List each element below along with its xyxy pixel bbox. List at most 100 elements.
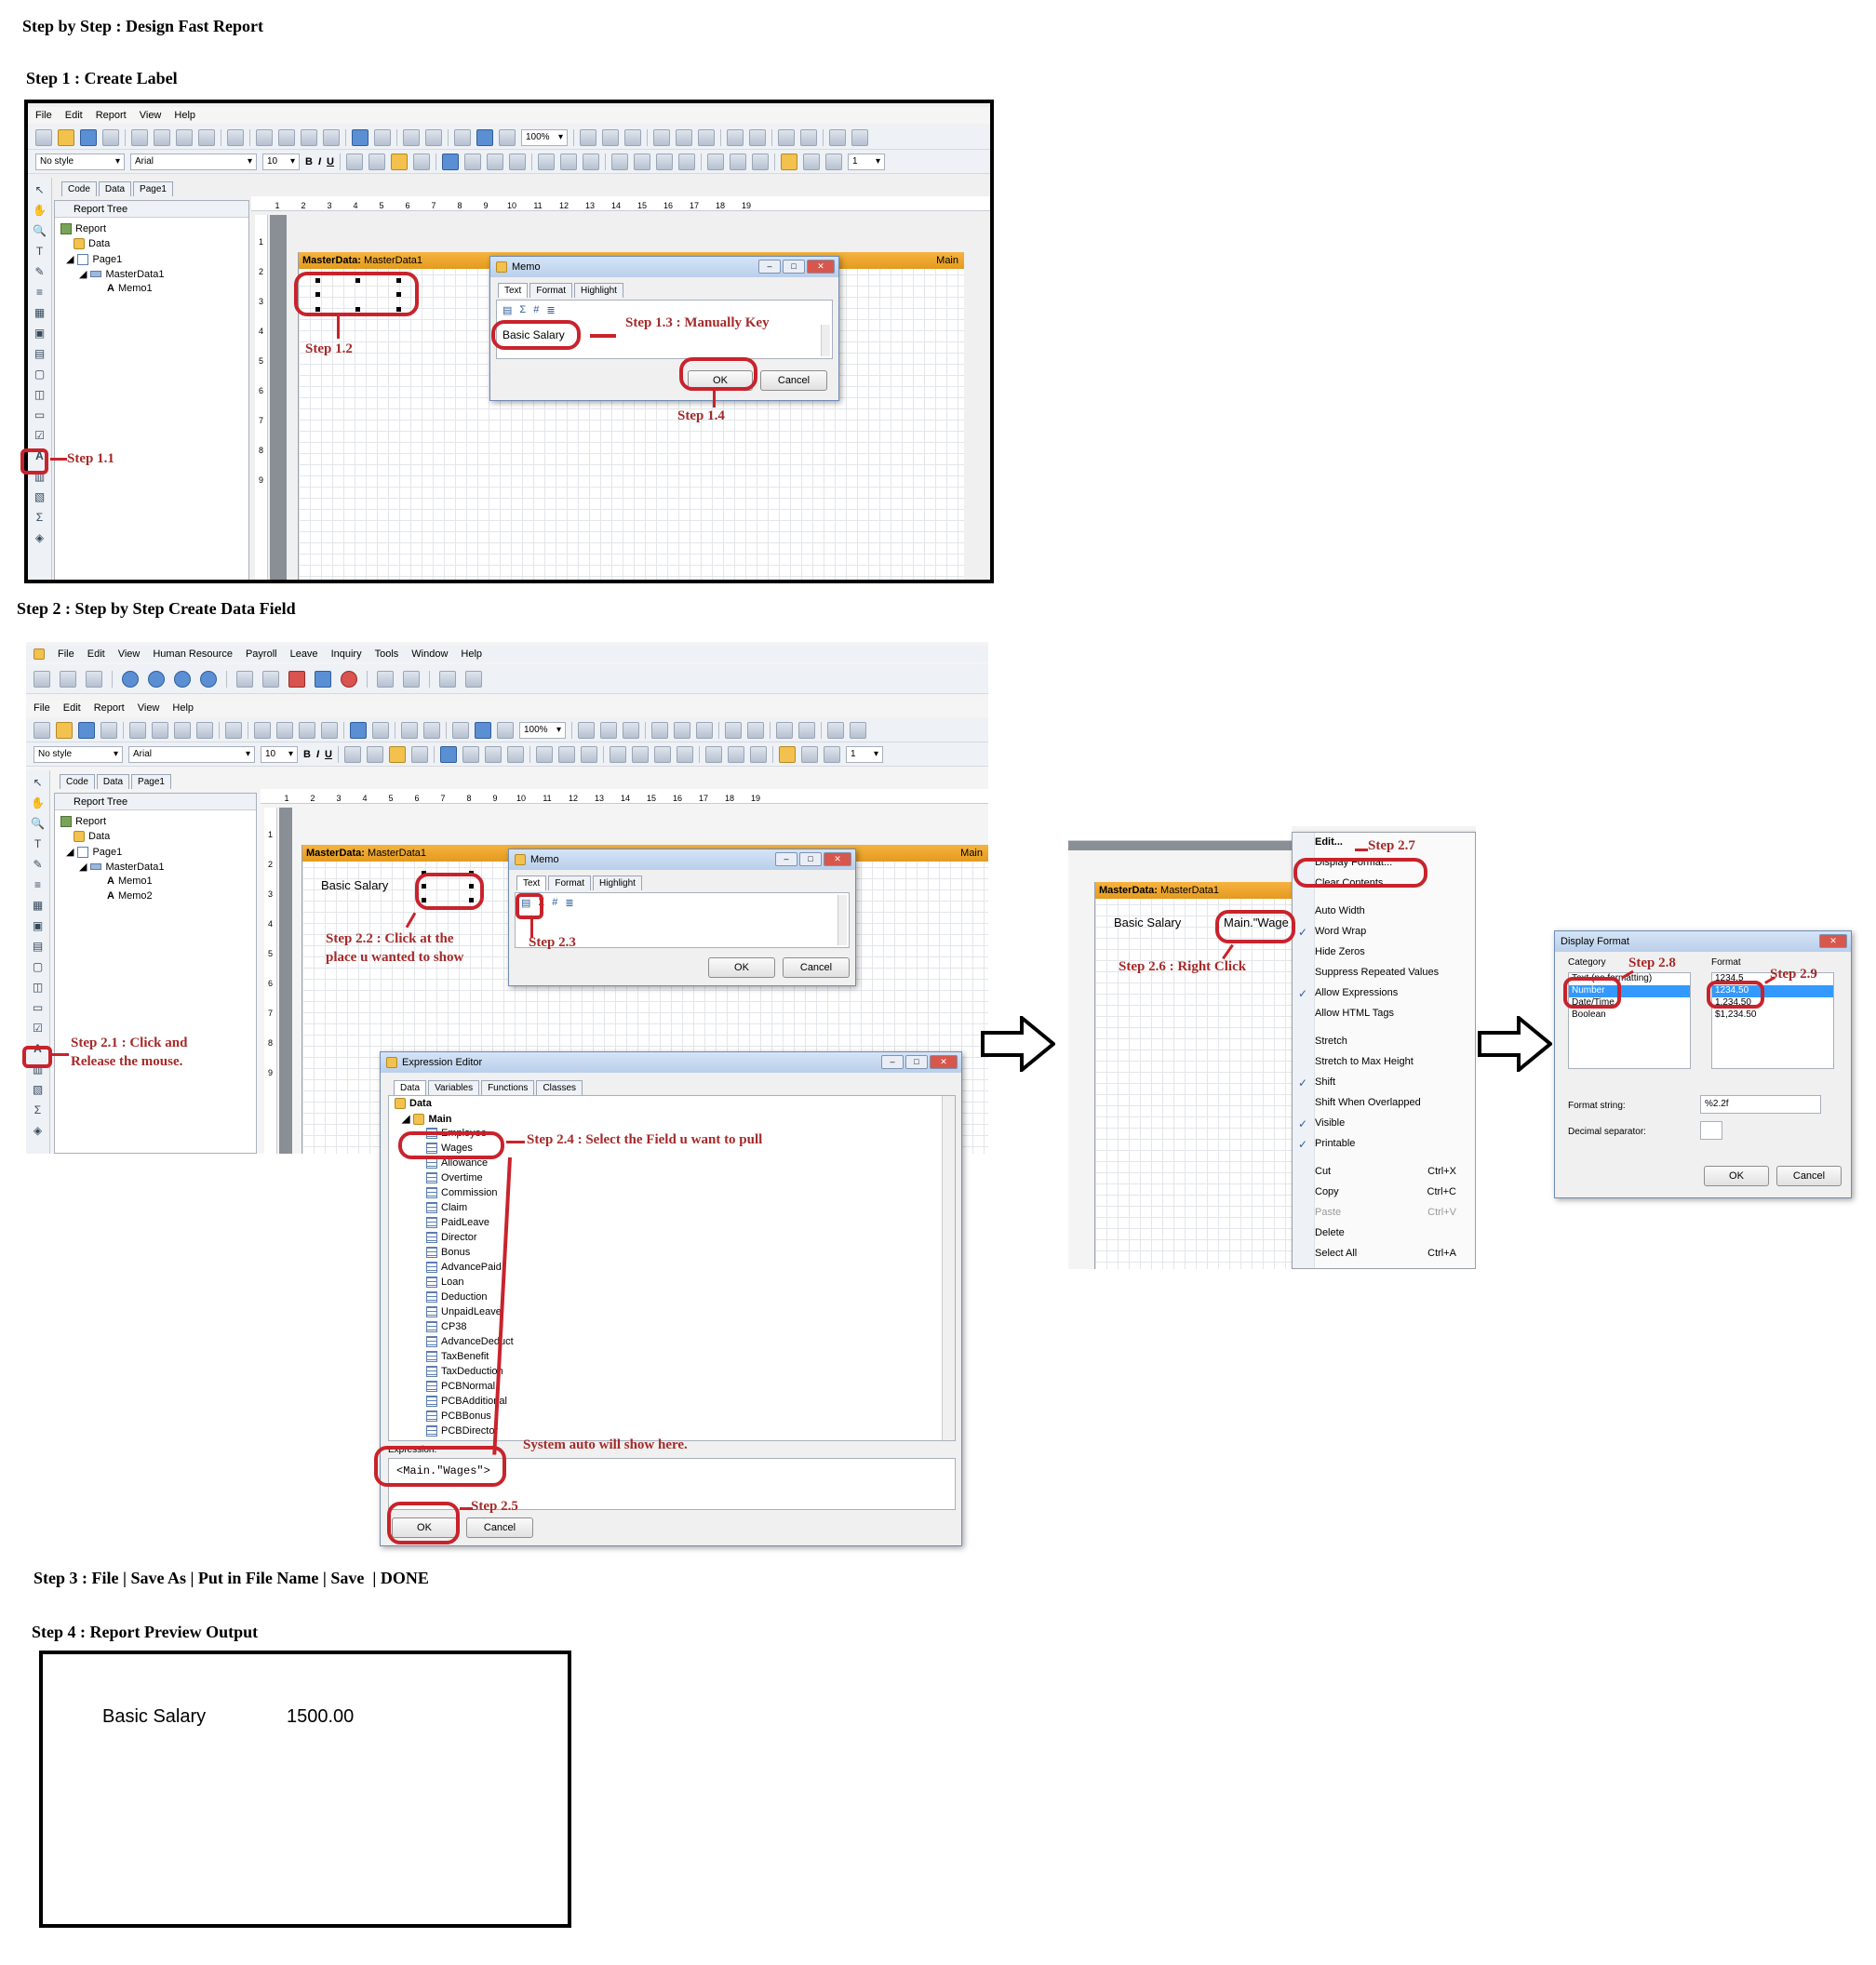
text-justify-icon[interactable] bbox=[508, 153, 526, 170]
zoom-combo[interactable]: 100% ▾ bbox=[521, 128, 568, 146]
preview-icon[interactable] bbox=[102, 128, 119, 146]
open-icon[interactable] bbox=[58, 128, 74, 146]
align-center-icon[interactable] bbox=[602, 128, 619, 146]
rotate-icon[interactable] bbox=[412, 153, 430, 170]
field-item-claim[interactable]: Claim bbox=[426, 1202, 467, 1213]
richtext-icon[interactable]: ▧ bbox=[31, 1083, 46, 1096]
tab-data-2[interactable]: Data bbox=[96, 774, 130, 789]
align-bottom-icon[interactable] bbox=[696, 721, 713, 739]
group-icon[interactable] bbox=[401, 721, 418, 739]
space-vertical-icon[interactable] bbox=[749, 128, 766, 146]
font-combo-2[interactable]: Arial ▾ bbox=[128, 745, 255, 763]
valign-top-icon[interactable] bbox=[535, 745, 553, 763]
shadow-icon[interactable] bbox=[751, 153, 769, 170]
open-icon[interactable] bbox=[56, 721, 73, 739]
checkbox-icon[interactable]: ☑ bbox=[31, 1022, 46, 1035]
bold-button[interactable]: B bbox=[305, 156, 313, 167]
first-record-icon[interactable] bbox=[122, 670, 139, 688]
format-item[interactable]: $1,234.50 bbox=[1712, 1009, 1833, 1022]
minimize-button[interactable]: – bbox=[881, 1055, 904, 1069]
maximize-button[interactable]: □ bbox=[905, 1055, 928, 1069]
tab-text[interactable]: Text bbox=[516, 876, 547, 890]
field-item-taxdeduction[interactable]: TaxDeduction bbox=[426, 1366, 503, 1377]
page-settings-icon[interactable] bbox=[152, 721, 168, 739]
field-item-director[interactable]: Director bbox=[426, 1232, 477, 1243]
sum-icon[interactable]: Σ bbox=[33, 511, 47, 524]
context-item-suppress-repeated-values[interactable]: Suppress Repeated Values bbox=[1315, 967, 1439, 978]
delete-page-icon[interactable] bbox=[176, 128, 193, 146]
bold-button-2[interactable]: B bbox=[303, 749, 311, 760]
field-item-taxbenefit[interactable]: TaxBenefit bbox=[426, 1351, 489, 1362]
memo2-ok-button[interactable]: OK bbox=[708, 957, 775, 978]
app-menu-inquiry[interactable]: Inquiry bbox=[331, 648, 362, 660]
picture-icon[interactable]: ▣ bbox=[33, 327, 47, 340]
tree-item-masterdata1[interactable]: ◢ MasterData1 bbox=[79, 861, 164, 874]
space-horizontal-icon[interactable] bbox=[727, 128, 744, 146]
function-icon[interactable] bbox=[227, 128, 244, 146]
align-right-icon[interactable] bbox=[624, 128, 641, 146]
context-item-stretch[interactable]: Stretch bbox=[1315, 1036, 1347, 1047]
field-item-advancepaid[interactable]: AdvancePaid bbox=[426, 1262, 502, 1273]
save-icon[interactable] bbox=[80, 128, 97, 146]
previous-record-icon[interactable] bbox=[148, 670, 165, 688]
minimize-button[interactable]: – bbox=[775, 852, 797, 866]
minimize-button[interactable]: – bbox=[758, 260, 781, 274]
format-painter-icon[interactable] bbox=[323, 128, 340, 146]
shape-icon[interactable]: ▢ bbox=[33, 368, 47, 381]
tree-item-report[interactable]: Report bbox=[60, 223, 106, 234]
line-icon[interactable]: ▭ bbox=[33, 408, 47, 421]
cut-icon[interactable] bbox=[254, 721, 271, 739]
font-settings-icon[interactable] bbox=[345, 153, 363, 170]
maximize-button[interactable]: □ bbox=[783, 260, 805, 274]
context-item-stretch-to-max-height[interactable]: Stretch to Max Height bbox=[1315, 1056, 1414, 1067]
field-item-paidleave[interactable]: PaidLeave bbox=[426, 1217, 489, 1228]
field-item-loan[interactable]: Loan bbox=[426, 1277, 463, 1288]
data-tree-scrollbar[interactable] bbox=[942, 1096, 955, 1440]
snap-icon[interactable] bbox=[497, 721, 514, 739]
cut-icon[interactable] bbox=[256, 128, 273, 146]
field-item-overtime[interactable]: Overtime bbox=[426, 1172, 483, 1183]
align-left-icon[interactable] bbox=[578, 721, 595, 739]
text-align-center-icon[interactable] bbox=[462, 745, 479, 763]
app-menu-leave[interactable]: Leave bbox=[290, 648, 318, 660]
new-icon[interactable] bbox=[34, 721, 50, 739]
tab-format[interactable]: Format bbox=[529, 283, 573, 298]
hand-icon[interactable]: ✋ bbox=[31, 796, 46, 809]
tab-functions[interactable]: Functions bbox=[481, 1080, 535, 1095]
text-align-right-icon[interactable] bbox=[484, 745, 502, 763]
field-item-pcbdirector[interactable]: PCBDirector bbox=[426, 1425, 498, 1437]
italic-button[interactable]: I bbox=[318, 156, 321, 167]
font-color-icon[interactable] bbox=[366, 745, 383, 763]
variables-icon[interactable] bbox=[198, 128, 215, 146]
redo-icon[interactable] bbox=[372, 721, 389, 739]
print-icon[interactable] bbox=[439, 670, 456, 688]
aggregate-icon[interactable]: Σ bbox=[519, 304, 526, 316]
field-item-pcbbonus[interactable]: PCBBonus bbox=[426, 1410, 491, 1422]
ole-icon[interactable]: ◫ bbox=[33, 388, 47, 401]
field-item-pcbnormal[interactable]: PCBNormal bbox=[426, 1381, 495, 1392]
close-button[interactable]: ✕ bbox=[1819, 934, 1847, 948]
align-top-icon[interactable] bbox=[653, 128, 670, 146]
delete-page-icon[interactable] bbox=[174, 721, 191, 739]
tab-code-2[interactable]: Code bbox=[60, 774, 95, 789]
category-item[interactable]: Boolean bbox=[1569, 1009, 1690, 1022]
tree-item-main[interactable]: ◢ Main bbox=[402, 1113, 452, 1125]
undo-icon[interactable] bbox=[350, 721, 367, 739]
tree-item-page1[interactable]: ◢ Page1 bbox=[66, 253, 122, 265]
ole-icon[interactable]: ◫ bbox=[31, 981, 46, 994]
center-vertical-icon[interactable] bbox=[798, 721, 815, 739]
context-item-auto-width[interactable]: Auto Width bbox=[1315, 905, 1365, 916]
context-item-select-all[interactable]: Select All bbox=[1315, 1248, 1357, 1259]
menu-help-2[interactable]: Help bbox=[172, 702, 194, 714]
tree-item-report[interactable]: Report bbox=[60, 816, 106, 827]
close-button[interactable]: ✕ bbox=[807, 260, 835, 274]
app-menu-tools[interactable]: Tools bbox=[375, 648, 399, 660]
tab-data-expr[interactable]: Data bbox=[394, 1080, 427, 1095]
space-horizontal-icon[interactable] bbox=[725, 721, 742, 739]
format-icon[interactable]: # bbox=[552, 897, 557, 909]
tab-format[interactable]: Format bbox=[548, 876, 592, 890]
tree-item-memo1[interactable]: A Memo1 bbox=[107, 876, 153, 887]
field-item-cp38[interactable]: CP38 bbox=[426, 1321, 467, 1332]
page-icon[interactable] bbox=[131, 128, 148, 146]
format-string-input[interactable]: %2.2f bbox=[1700, 1095, 1821, 1114]
